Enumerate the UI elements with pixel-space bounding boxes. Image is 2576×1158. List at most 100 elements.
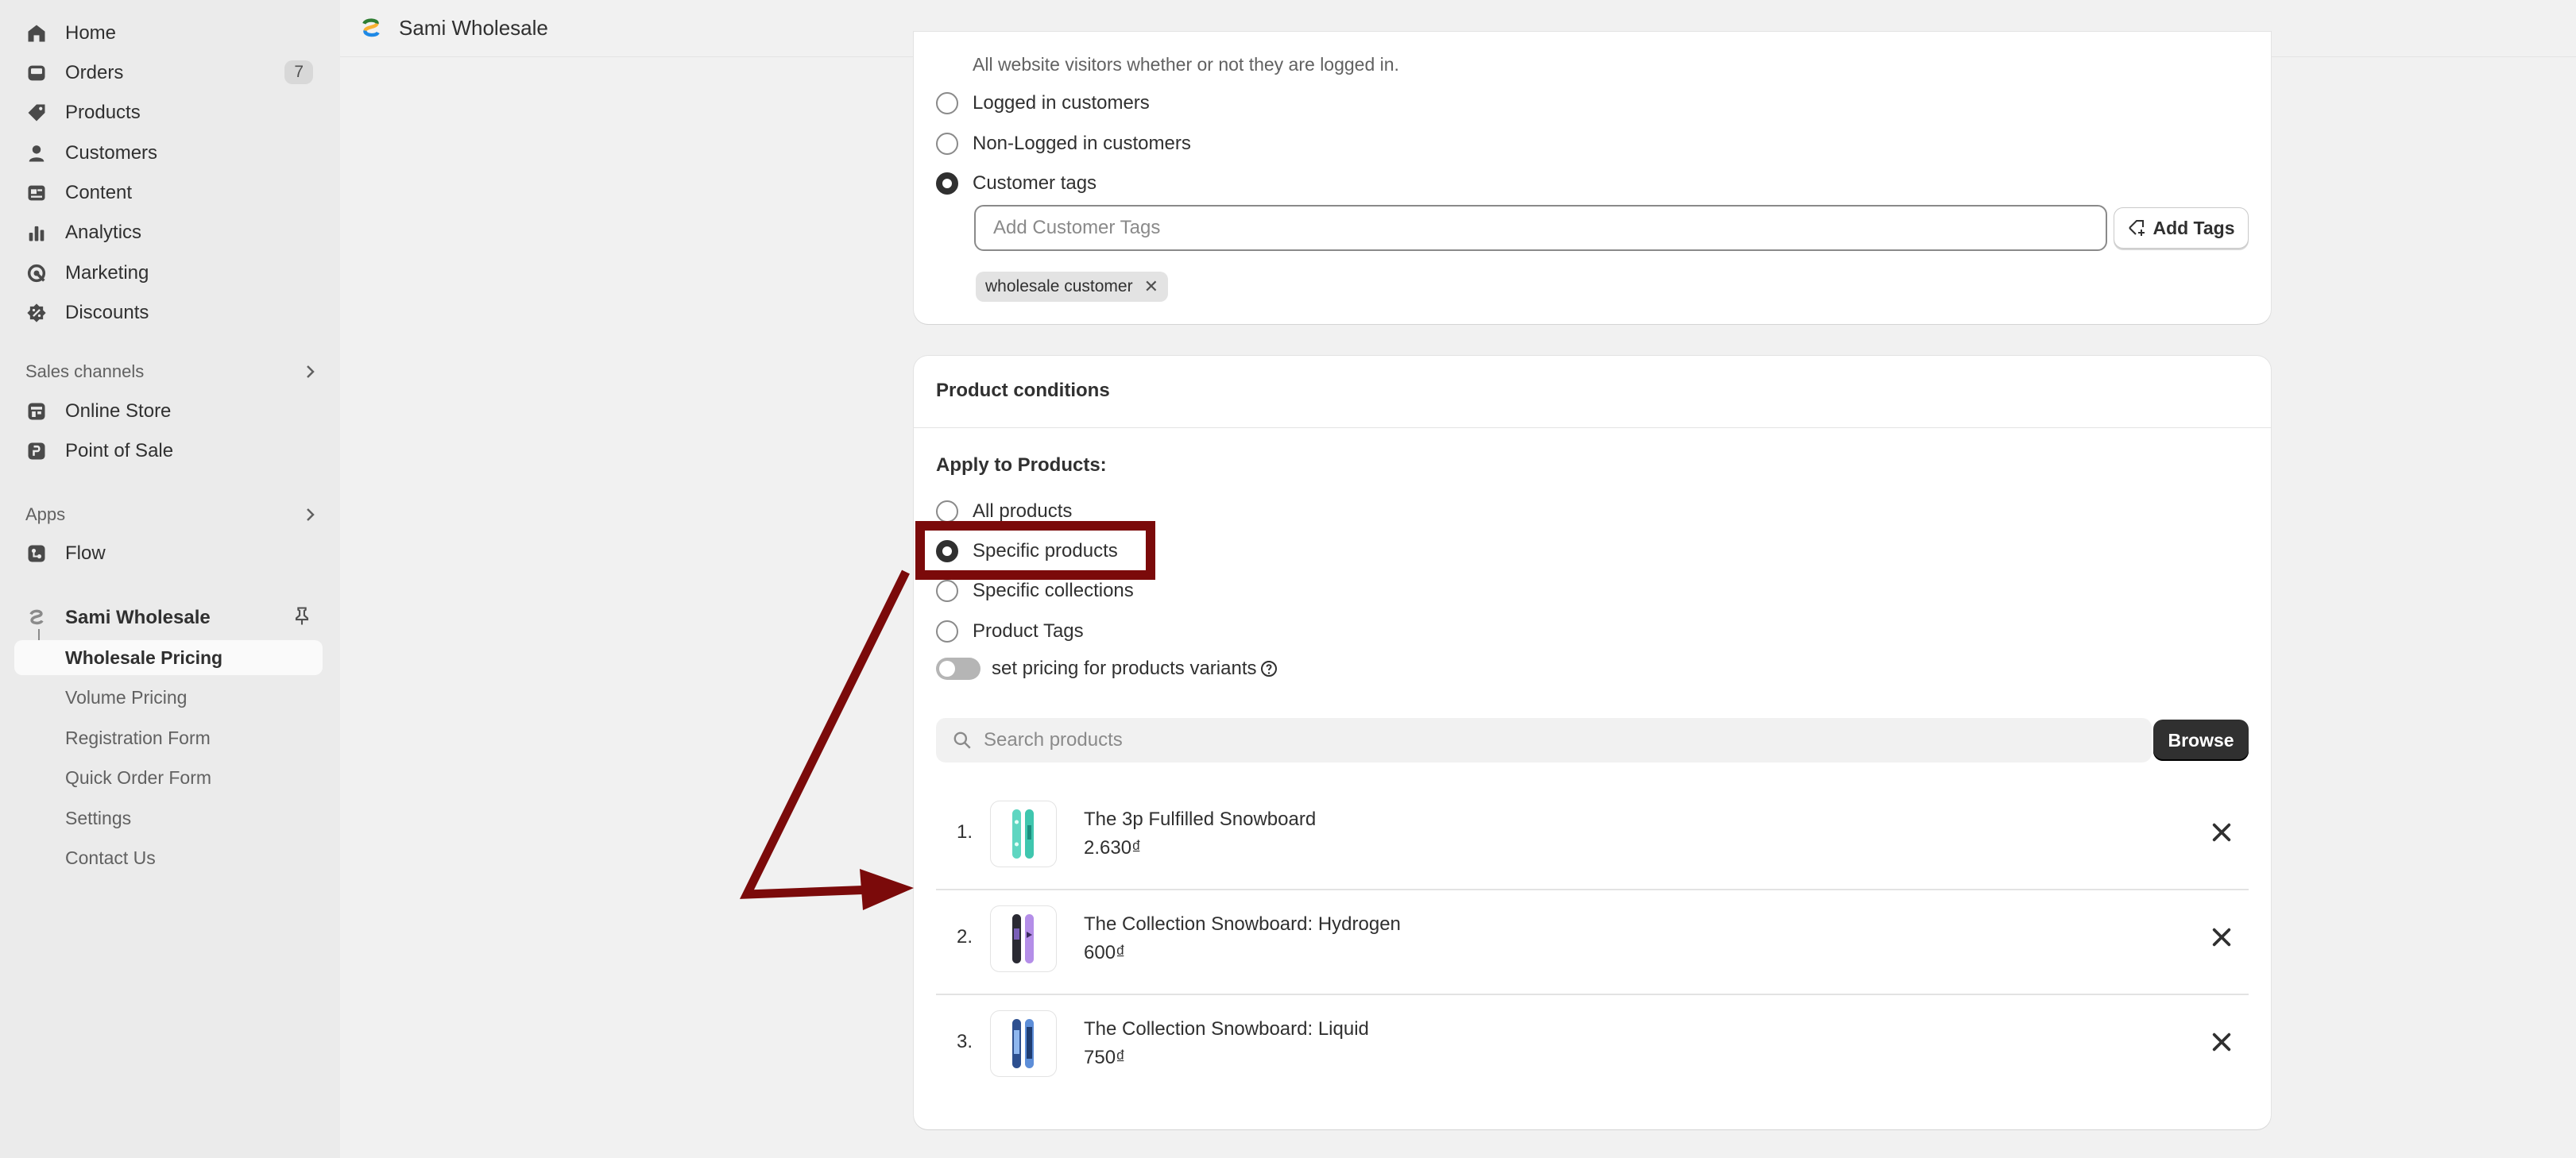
product-index: 2.	[957, 926, 973, 948]
sidebar-subitem-settings[interactable]: Settings	[65, 801, 131, 836]
sidebar-item-label: Sami Wholesale	[65, 607, 211, 628]
product-price: 2.630₫	[1084, 837, 1142, 859]
product-thumbnail	[990, 801, 1057, 867]
radio-button[interactable]	[936, 133, 958, 155]
product-conditions-card: Product conditions Apply to Products: Al…	[914, 356, 2271, 1129]
sidebar: Home Orders 7 Products Customers Content…	[0, 0, 340, 1158]
orders-icon	[25, 62, 48, 84]
radio-button[interactable]	[936, 620, 958, 643]
product-index: 1.	[957, 821, 973, 843]
sidebar-item-label: Analytics	[65, 222, 142, 243]
search-products-input[interactable]: Search products	[936, 718, 2152, 762]
product-row: 2. The Collection Snowboard: Hydrogen 60…	[936, 890, 2249, 994]
radio-button[interactable]	[936, 500, 958, 523]
sidebar-subitem-wholesale-pricing[interactable]: Wholesale Pricing	[14, 640, 323, 675]
search-icon	[953, 731, 971, 749]
product-conditions-title: Product conditions	[936, 380, 1110, 401]
bar-chart-icon	[25, 222, 48, 244]
sami-wholesale-logo-icon	[362, 17, 380, 37]
sidebar-item-online-store[interactable]: Online Store	[25, 392, 319, 431]
chevron-right-icon	[307, 365, 315, 378]
flow-icon	[25, 542, 48, 565]
sidebar-item-label: Point of Sale	[65, 440, 174, 461]
product-thumbnail	[990, 905, 1057, 972]
store-icon	[25, 400, 48, 423]
apply-to-products-label: Apply to Products:	[936, 454, 1107, 476]
pin-icon[interactable]	[291, 605, 313, 627]
remove-tag-icon[interactable]: ✕	[1144, 276, 1158, 297]
sidebar-item-label: Online Store	[65, 400, 172, 422]
person-icon	[25, 142, 48, 164]
close-icon[interactable]	[2209, 1029, 2234, 1055]
snowboard-image	[1012, 809, 1034, 859]
sidebar-item-point-of-sale[interactable]: Point of Sale	[25, 431, 319, 471]
radio-customer-tags[interactable]: Customer tags	[936, 169, 1097, 198]
help-icon[interactable]	[1259, 659, 1278, 678]
sidebar-item-label: Flow	[65, 542, 106, 564]
sidebar-item-analytics[interactable]: Analytics	[25, 213, 319, 253]
radio-button[interactable]	[936, 580, 958, 602]
radio-button-selected[interactable]	[936, 172, 958, 195]
pos-icon	[25, 440, 48, 462]
snowboard-image	[1012, 1019, 1034, 1068]
product-name: The Collection Snowboard: Hydrogen	[1084, 913, 1401, 935]
sidebar-item-discounts[interactable]: Discounts	[25, 293, 319, 333]
content-icon	[25, 182, 48, 204]
customer-tag-chip: wholesale customer ✕	[976, 272, 1169, 302]
sidebar-item-home[interactable]: Home	[25, 14, 319, 53]
sidebar-item-label: Products	[65, 102, 141, 123]
sidebar-item-label: Marketing	[65, 262, 149, 284]
variants-pricing-toggle[interactable]	[936, 658, 981, 680]
target-icon	[25, 262, 48, 284]
sidebar-item-products[interactable]: Products	[25, 93, 319, 133]
sidebar-item-label: Home	[65, 22, 117, 44]
close-icon[interactable]	[2209, 820, 2234, 845]
product-name: The Collection Snowboard: Liquid	[1084, 1018, 1369, 1040]
chevron-right-icon	[307, 508, 315, 521]
product-row: 3. The Collection Snowboard: Liquid 750₫	[936, 994, 2249, 1098]
customer-tags-input[interactable]: Add Customer Tags	[974, 205, 2107, 251]
home-icon	[25, 22, 48, 44]
sidebar-item-orders[interactable]: Orders 7	[25, 53, 319, 93]
radio-non-logged-in-customers[interactable]: Non-Logged in customers	[936, 129, 1191, 158]
product-price: 600₫	[1084, 942, 1126, 963]
variants-pricing-toggle-row: set pricing for products variants	[936, 658, 1278, 680]
product-price: 750₫	[1084, 1047, 1126, 1068]
product-index: 3.	[957, 1031, 973, 1052]
apps-header[interactable]: Apps	[25, 499, 319, 531]
sidebar-item-label: Orders	[65, 62, 124, 83]
orders-count-badge: 7	[284, 60, 313, 84]
card-divider	[914, 427, 2271, 428]
sidebar-item-label: Customers	[65, 142, 158, 164]
annotation-highlight-box	[915, 521, 1155, 580]
radio-button[interactable]	[936, 92, 958, 114]
tag-icon	[25, 102, 48, 124]
discount-icon	[25, 302, 48, 324]
sidebar-subitem-contact-us[interactable]: Contact Us	[65, 840, 156, 875]
sami-wholesale-app-icon	[25, 607, 48, 629]
sidebar-subitem-volume-pricing[interactable]: Volume Pricing	[65, 680, 187, 715]
sidebar-subitem-registration-form[interactable]: Registration Form	[65, 720, 211, 755]
sidebar-item-marketing[interactable]: Marketing	[25, 253, 319, 293]
radio-logged-in-customers[interactable]: Logged in customers	[936, 89, 1150, 118]
sidebar-item-label: Content	[65, 182, 133, 203]
radio-specific-collections[interactable]: Specific collections	[936, 577, 1134, 605]
add-tags-button[interactable]: Add Tags	[2114, 207, 2249, 249]
sidebar-item-flow[interactable]: Flow	[25, 534, 319, 573]
customer-conditions-card: All website visitors whether or not they…	[914, 32, 2271, 324]
browse-button[interactable]: Browse	[2153, 720, 2249, 761]
app-title: Sami Wholesale	[399, 16, 548, 40]
radio-product-tags[interactable]: Product Tags	[936, 617, 1084, 646]
close-icon[interactable]	[2209, 924, 2234, 950]
sidebar-item-customers[interactable]: Customers	[25, 133, 319, 173]
tag-plus-icon	[2129, 220, 2145, 236]
snowboard-image	[1012, 914, 1034, 963]
sidebar-subitem-quick-order-form[interactable]: Quick Order Form	[65, 760, 211, 795]
sidebar-item-content[interactable]: Content	[25, 173, 319, 213]
sidebar-item-sami-wholesale[interactable]: Sami Wholesale	[25, 598, 319, 638]
all-visitors-description: All website visitors whether or not they…	[973, 54, 1399, 75]
product-thumbnail	[990, 1010, 1057, 1077]
sidebar-item-label: Discounts	[65, 302, 149, 323]
product-name: The 3p Fulfilled Snowboard	[1084, 809, 1317, 830]
sales-channels-header[interactable]: Sales channels	[25, 356, 319, 388]
